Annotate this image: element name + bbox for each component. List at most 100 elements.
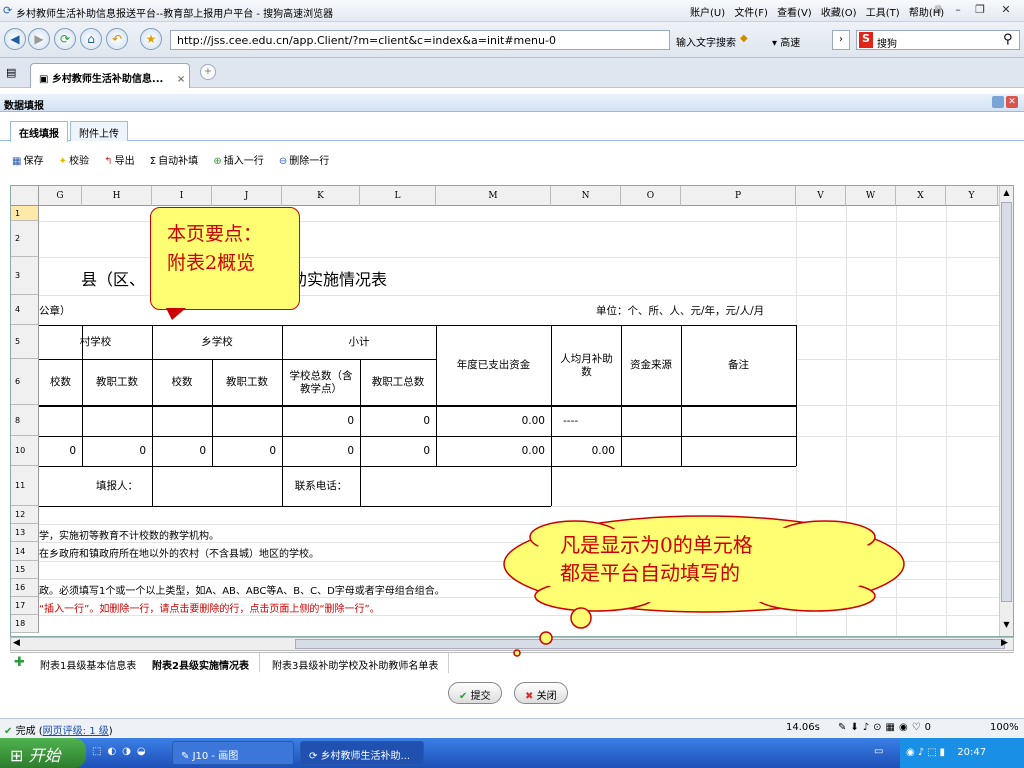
export-button[interactable]: ↰ 导出 xyxy=(104,152,134,167)
panel-close-icon[interactable]: ✕ xyxy=(1006,96,1018,108)
refresh-icon[interactable]: ⟳ xyxy=(54,28,76,50)
col-header-w[interactable]: W xyxy=(846,186,896,206)
start-button[interactable]: ⊞ 开始 xyxy=(0,738,86,768)
sheet-tab-2[interactable]: 附表2县级实施情况表 xyxy=(142,653,260,673)
menu-account[interactable]: 账户(U) xyxy=(690,8,725,19)
menu-file[interactable]: 文件(F) xyxy=(734,8,768,19)
submit-button[interactable]: ✔ 提交 xyxy=(448,682,502,704)
sidebar-toggle-icon[interactable]: ▤ xyxy=(6,66,16,79)
row-header-12[interactable]: 12 xyxy=(11,506,39,524)
row-header-11[interactable]: 11 xyxy=(11,466,39,506)
quick-launch-icons[interactable]: ⬚◐◑◒ xyxy=(92,746,152,757)
cell-n8[interactable]: ---- xyxy=(551,407,621,436)
row-header-6[interactable]: 6 xyxy=(11,359,39,405)
tab-close-icon[interactable]: × xyxy=(177,74,185,85)
tray-icons[interactable]: ◉♪⬚▮ xyxy=(906,747,948,758)
col-header-h[interactable]: H xyxy=(82,186,152,206)
col-header-n[interactable]: N xyxy=(551,186,621,206)
new-tab-icon[interactable]: + xyxy=(200,64,216,80)
cell-n10[interactable]: 0.00 xyxy=(551,437,621,466)
back-icon[interactable]: ◀ xyxy=(4,28,26,50)
close-window-icon[interactable]: ✕ xyxy=(998,3,1014,17)
add-sheet-icon[interactable]: ✚ xyxy=(14,655,25,670)
cell-m8[interactable]: 0.00 xyxy=(436,407,551,436)
row-header-15[interactable]: 15 xyxy=(11,561,39,579)
zoom-level[interactable]: 100% xyxy=(990,722,1019,733)
search-input[interactable]: S 搜狗 ⚲ xyxy=(856,30,1020,50)
row-header-1[interactable]: 1 xyxy=(11,206,39,221)
col-header-l[interactable]: L xyxy=(360,186,436,206)
page-rating-link[interactable]: 网页评级: 1 级 xyxy=(43,726,109,737)
vertical-scrollbar[interactable]: ▲ ▼ xyxy=(999,186,1013,636)
cell-h10[interactable]: 0 xyxy=(82,437,152,466)
undo-close-icon[interactable]: ↶ xyxy=(106,28,128,50)
menu-tools[interactable]: 工具(T) xyxy=(866,8,900,19)
close-button[interactable]: ✖ 关闭 xyxy=(514,682,568,704)
col-header-i[interactable]: I xyxy=(152,186,212,206)
autofill-button[interactable]: Σ 自动补填 xyxy=(150,152,198,167)
cell-k10[interactable]: 0 xyxy=(282,437,360,466)
save-button[interactable]: ▦ 保存 xyxy=(12,152,43,167)
cell-j10[interactable]: 0 xyxy=(212,437,282,466)
row-header-2[interactable]: 2 xyxy=(11,221,39,257)
vertical-scroll-thumb[interactable] xyxy=(1001,202,1012,602)
scroll-left-icon[interactable]: ◀ xyxy=(13,638,20,648)
status-tool-icons[interactable]: ✎⬇♪⊙▦◉♡0 xyxy=(838,722,935,733)
menu-favorites[interactable]: 收藏(O) xyxy=(821,8,857,19)
insert-row-button[interactable]: ⊕ 插入一行 xyxy=(213,152,263,167)
task-browser[interactable]: ⟳ 乡村教师生活补助... xyxy=(300,741,424,765)
col-header-o[interactable]: O xyxy=(621,186,681,206)
scroll-up-icon[interactable]: ▲ xyxy=(1001,188,1012,200)
search-icon[interactable]: ⚲ xyxy=(1003,32,1013,47)
cell-i10[interactable]: 0 xyxy=(152,437,212,466)
delete-row-button[interactable]: ⊖ 删除一行 xyxy=(279,152,329,167)
check-button[interactable]: ✦ 校验 xyxy=(59,152,89,167)
restore-icon[interactable]: ❐ xyxy=(972,3,988,17)
extension-icon[interactable]: ◆ xyxy=(740,33,748,44)
favorite-star-icon[interactable]: ★ xyxy=(140,28,162,50)
row-header-14[interactable]: 14 xyxy=(11,542,39,561)
col-header-x[interactable]: X xyxy=(896,186,946,206)
cell-m10[interactable]: 0.00 xyxy=(436,437,551,466)
col-header-y[interactable]: Y xyxy=(946,186,998,206)
col-header-v[interactable]: V xyxy=(796,186,846,206)
row-header-8[interactable]: 8 xyxy=(11,405,39,436)
cell-l10[interactable]: 0 xyxy=(360,437,436,466)
row-header-4[interactable]: 4 xyxy=(11,295,39,325)
browser-tab-active[interactable]: ▣ 乡村教师生活补助信息... × xyxy=(30,63,190,88)
forward-icon[interactable]: ▶ xyxy=(28,28,50,50)
col-header-k[interactable]: K xyxy=(282,186,360,206)
tab-attachment-upload[interactable]: 附件上传 xyxy=(70,121,128,141)
panel-maximize-icon[interactable] xyxy=(992,96,1004,108)
tab-online-fill[interactable]: 在线填报 xyxy=(10,121,68,142)
skin-icon[interactable]: ♕ xyxy=(930,3,946,17)
keyboard-icon[interactable]: ▭ xyxy=(874,746,883,757)
col-header-g[interactable]: G xyxy=(39,186,82,206)
url-input[interactable]: http://jss.cee.edu.cn/app.Client/?m=clie… xyxy=(170,30,670,50)
search-hint[interactable]: 输入文字搜索 xyxy=(676,34,736,49)
row-header-10[interactable]: 10 xyxy=(11,436,39,466)
corner-cell[interactable] xyxy=(11,186,39,206)
minimize-icon[interactable]: – xyxy=(950,3,966,17)
sheet-tab-3[interactable]: 附表3县级补助学校及补助教师名单表 xyxy=(262,653,450,673)
row-header-13[interactable]: 13 xyxy=(11,524,39,542)
cell-k8[interactable]: 0 xyxy=(282,407,360,436)
speed-mode-button[interactable]: ▾ 高速 xyxy=(772,34,800,49)
scroll-down-icon[interactable]: ▼ xyxy=(1001,620,1012,632)
row-header-16[interactable]: 16 xyxy=(11,579,39,597)
col-header-p[interactable]: P xyxy=(681,186,796,206)
row-header-17[interactable]: 17 xyxy=(11,597,39,615)
row-header-3[interactable]: 3 xyxy=(11,257,39,295)
row-header-5[interactable]: 5 xyxy=(11,325,39,359)
col-header-m[interactable]: M xyxy=(436,186,551,206)
home-icon[interactable]: ⌂ xyxy=(80,28,102,50)
cell-g10[interactable]: 0 xyxy=(39,437,82,466)
menu-view[interactable]: 查看(V) xyxy=(777,8,812,19)
col-header-j[interactable]: J xyxy=(212,186,282,206)
chevron-right-icon[interactable]: › xyxy=(832,30,850,50)
task-paint[interactable]: ✎ J10 - 画图 xyxy=(172,741,294,765)
scroll-right-icon[interactable]: ▶ xyxy=(1001,638,1008,648)
row-header-18[interactable]: 18 xyxy=(11,615,39,633)
cell-l8[interactable]: 0 xyxy=(360,407,436,436)
sheet-tab-1[interactable]: 附表1县级基本信息表 xyxy=(30,653,148,673)
